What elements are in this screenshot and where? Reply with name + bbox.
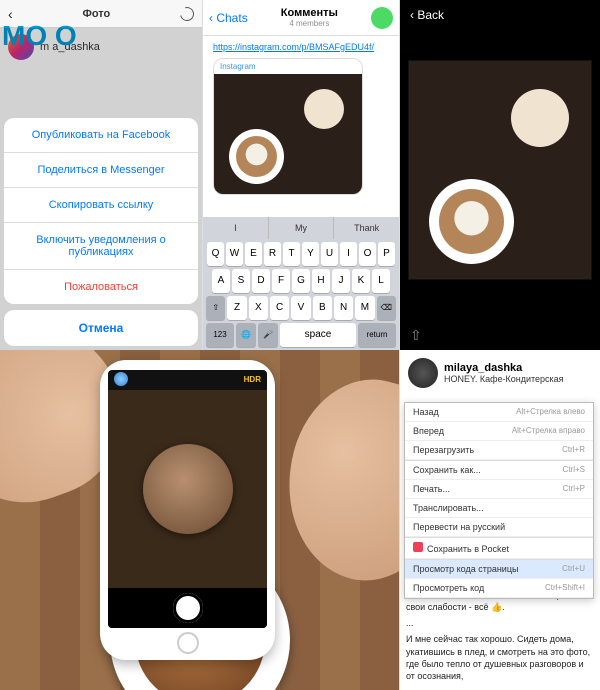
link-message[interactable]: https://instagram.com/p/BMSAFgEDU4f/ bbox=[207, 40, 395, 54]
action-cancel[interactable]: Отмена bbox=[4, 310, 198, 346]
instagram-actionsheet-panel: ‹ Фото m a_dashka MO O Опубликовать на F… bbox=[0, 0, 203, 350]
telegram-chat-panel: ‹ Chats Комменты 4 members https://insta… bbox=[203, 0, 400, 350]
key-y[interactable]: Y bbox=[302, 242, 319, 266]
action-copy-link[interactable]: Скопировать ссылку bbox=[4, 188, 198, 223]
key-x[interactable]: X bbox=[249, 296, 268, 320]
header-title: Фото bbox=[82, 8, 110, 20]
chat-avatar[interactable] bbox=[371, 7, 393, 29]
pocket-icon bbox=[413, 542, 423, 552]
key-f[interactable]: F bbox=[272, 269, 290, 293]
key-v[interactable]: V bbox=[291, 296, 310, 320]
ctx-item[interactable]: ПерезагрузитьCtrl+R bbox=[405, 441, 593, 460]
key-q[interactable]: Q bbox=[207, 242, 224, 266]
latte-cup-icon bbox=[429, 179, 514, 264]
numeric-key[interactable]: 123 bbox=[206, 323, 234, 347]
key-j[interactable]: J bbox=[332, 269, 350, 293]
ctx-item[interactable]: Сохранить в Pocket bbox=[405, 538, 593, 559]
key-c[interactable]: C bbox=[270, 296, 289, 320]
key-t[interactable]: T bbox=[283, 242, 300, 266]
ctx-item[interactable]: Печать...Ctrl+P bbox=[405, 480, 593, 499]
ctx-item[interactable]: Просмотреть кодCtrl+Shift+I bbox=[405, 579, 593, 598]
keyboard-suggestions: I My Thank bbox=[203, 217, 399, 239]
camera-phone-photo: HDR bbox=[0, 350, 400, 690]
key-p[interactable]: P bbox=[378, 242, 395, 266]
ctx-item[interactable]: Просмотр кода страницыCtrl+U bbox=[405, 560, 593, 579]
browser-contextmenu-panel: milaya_dashka HONEY. Кафе-Кондитерская Н… bbox=[400, 350, 600, 690]
suggestion[interactable]: My bbox=[269, 217, 335, 239]
action-sheet: Опубликовать на Facebook Поделиться в Me… bbox=[4, 118, 198, 346]
camera-preview bbox=[108, 390, 267, 588]
key-e[interactable]: E bbox=[245, 242, 262, 266]
ctx-item[interactable]: ВпередAlt+Стрелка вправо bbox=[405, 422, 593, 441]
key-b[interactable]: B bbox=[313, 296, 332, 320]
key-n[interactable]: N bbox=[334, 296, 353, 320]
action-publish-facebook[interactable]: Опубликовать на Facebook bbox=[4, 118, 198, 153]
key-m[interactable]: M bbox=[355, 296, 374, 320]
post-location: HONEY. Кафе-Кондитерская bbox=[444, 374, 564, 384]
macaron-plate-icon bbox=[511, 89, 569, 147]
key-s[interactable]: S bbox=[232, 269, 250, 293]
iphone-mockup: HDR bbox=[100, 360, 275, 660]
key-h[interactable]: H bbox=[312, 269, 330, 293]
coffee-preview bbox=[143, 444, 233, 534]
key-k[interactable]: K bbox=[352, 269, 370, 293]
key-d[interactable]: D bbox=[252, 269, 270, 293]
camera-screen: HDR bbox=[108, 370, 267, 628]
key-l[interactable]: L bbox=[372, 269, 390, 293]
post-username: milaya_dashka bbox=[444, 362, 564, 374]
key-z[interactable]: Z bbox=[227, 296, 246, 320]
photo-header: ‹ Фото bbox=[0, 0, 202, 28]
space-key[interactable]: space bbox=[280, 323, 356, 347]
chat-subtitle: 4 members bbox=[248, 19, 371, 28]
return-key[interactable]: return bbox=[358, 323, 396, 347]
shutter-button[interactable] bbox=[173, 593, 203, 623]
globe-key-icon[interactable]: 🌐 bbox=[236, 323, 256, 347]
action-enable-notifications[interactable]: Включить уведомления о публикациях bbox=[4, 223, 198, 270]
chat-header: ‹ Chats Комменты 4 members bbox=[203, 0, 399, 36]
back-button[interactable]: ‹ Chats bbox=[209, 11, 248, 25]
action-report[interactable]: Пожаловаться bbox=[4, 270, 198, 304]
mic-key-icon[interactable]: 🎤 bbox=[258, 323, 278, 347]
suggestion[interactable]: Thank bbox=[334, 217, 399, 239]
chat-title: Комменты bbox=[248, 7, 371, 19]
ctx-item[interactable]: НазадAlt+Стрелка влево bbox=[405, 403, 593, 422]
avatar bbox=[408, 358, 438, 388]
image-viewer-panel: ‹ Back ⇧ bbox=[400, 0, 600, 350]
latte-cup-icon bbox=[229, 129, 284, 184]
key-o[interactable]: O bbox=[359, 242, 376, 266]
key-r[interactable]: R bbox=[264, 242, 281, 266]
post-user-row[interactable]: milaya_dashka HONEY. Кафе-Кондитерская bbox=[400, 350, 600, 396]
backspace-key[interactable]: ⌫ bbox=[377, 296, 396, 320]
key-u[interactable]: U bbox=[321, 242, 338, 266]
context-menu: НазадAlt+Стрелка влевоВпередAlt+Стрелка … bbox=[404, 402, 594, 599]
ios-keyboard: QWERTYUIOP ASDFGHJKL ⇧ ZXCVBNM ⌫ 123 🌐 🎤… bbox=[203, 239, 399, 350]
share-icon[interactable]: ⇧ bbox=[410, 327, 422, 344]
action-share-messenger[interactable]: Поделиться в Messenger bbox=[4, 153, 198, 188]
key-w[interactable]: W bbox=[226, 242, 243, 266]
key-i[interactable]: I bbox=[340, 242, 357, 266]
back-chevron-icon[interactable]: ‹ bbox=[8, 6, 13, 22]
ctx-item[interactable]: Перевести на русский bbox=[405, 518, 593, 537]
ctx-item[interactable]: Сохранить как...Ctrl+S bbox=[405, 461, 593, 480]
key-a[interactable]: A bbox=[212, 269, 230, 293]
chat-body: https://instagram.com/p/BMSAFgEDU4f/ Ins… bbox=[203, 36, 399, 217]
fullscreen-image[interactable] bbox=[408, 60, 592, 280]
back-button[interactable]: ‹ Back bbox=[400, 0, 600, 30]
refresh-icon[interactable] bbox=[177, 4, 196, 23]
preview-image bbox=[214, 74, 362, 194]
flash-icon[interactable] bbox=[114, 372, 128, 386]
key-g[interactable]: G bbox=[292, 269, 310, 293]
ctx-item[interactable]: Транслировать... bbox=[405, 499, 593, 518]
instagram-preview-card[interactable]: Instagram bbox=[213, 58, 363, 195]
shift-key[interactable]: ⇧ bbox=[206, 296, 225, 320]
hdr-label[interactable]: HDR bbox=[244, 375, 261, 384]
suggestion[interactable]: I bbox=[203, 217, 269, 239]
home-button[interactable] bbox=[177, 632, 199, 654]
instagram-badge: Instagram bbox=[214, 59, 362, 74]
macaron-plate-icon bbox=[304, 89, 344, 129]
